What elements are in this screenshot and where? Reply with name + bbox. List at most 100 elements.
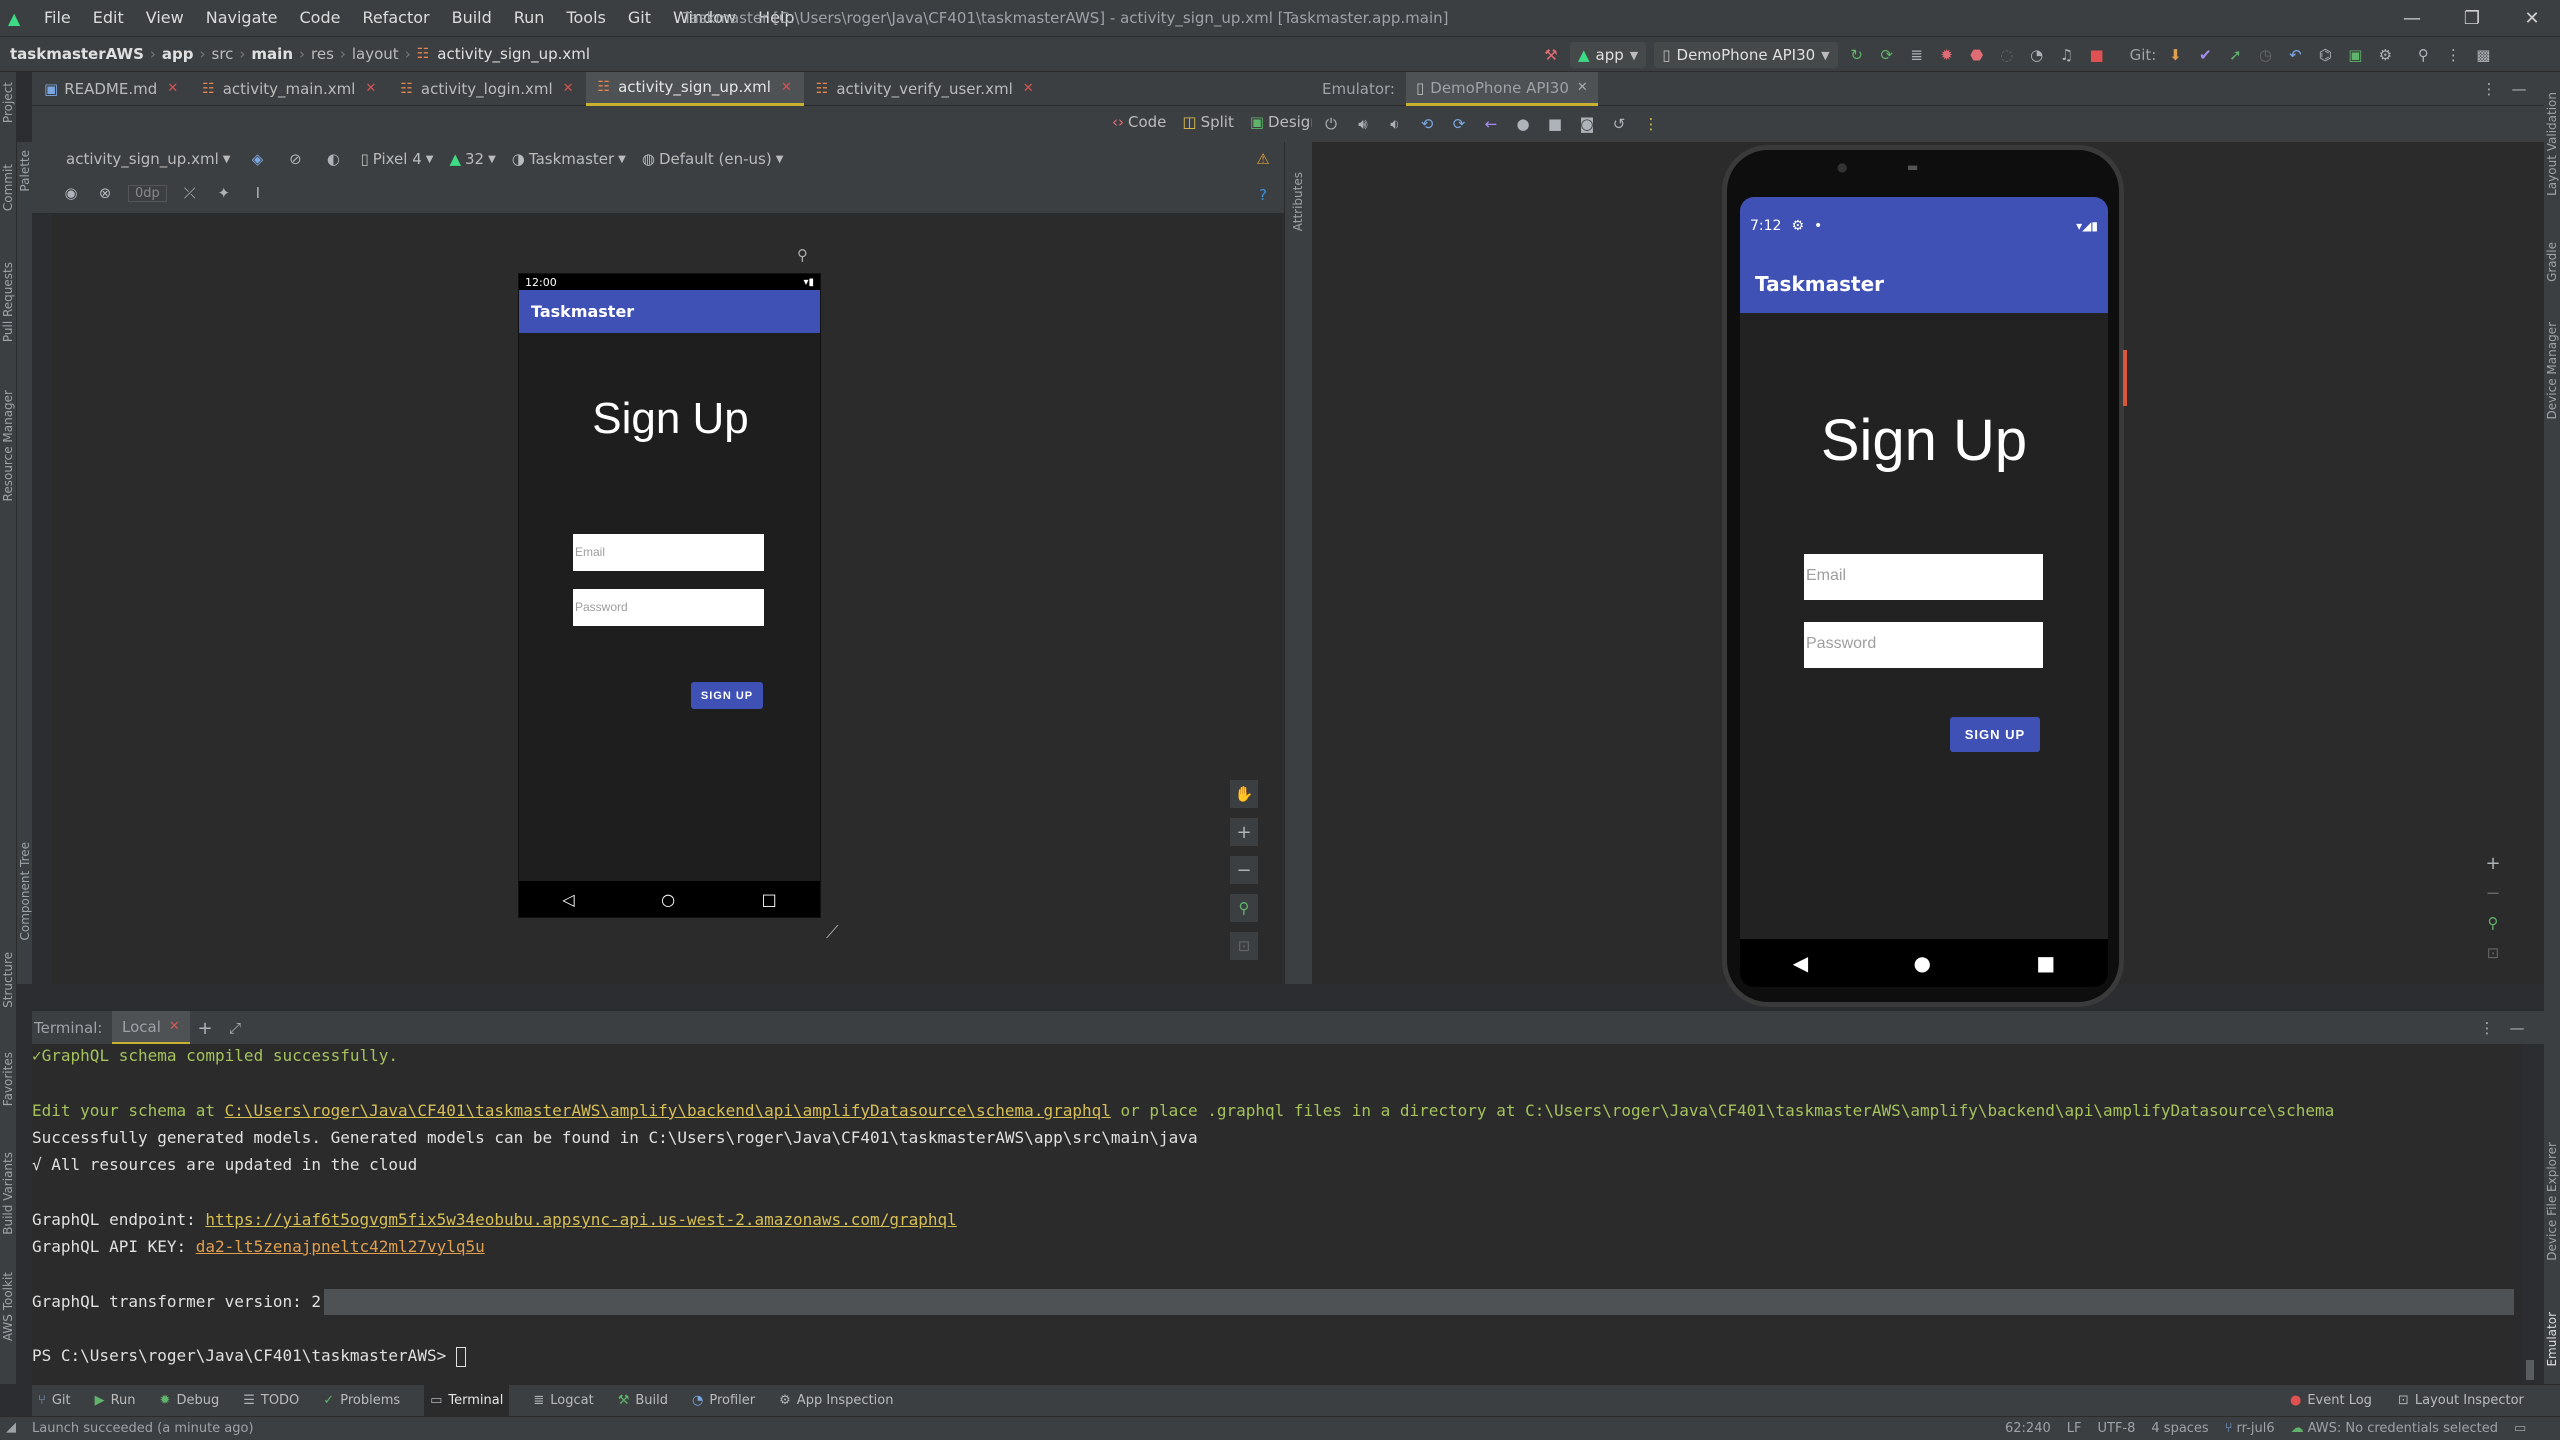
preview-email-field[interactable]: Email [573, 534, 764, 571]
tool-pull-requests[interactable]: Pull Requests [1, 262, 15, 342]
module-select[interactable]: ▲ app ▼ [1570, 42, 1647, 68]
tool-commit[interactable]: Commit [1, 164, 15, 211]
tool-project[interactable]: Project [1, 82, 15, 123]
preview-sign-up-button[interactable]: SIGN UP [691, 682, 763, 709]
menu-file[interactable]: File [44, 8, 71, 27]
refresh-icon[interactable]: ◌ [1996, 44, 2018, 66]
menu-run[interactable]: Run [514, 8, 545, 27]
api-key-link[interactable]: da2-lt5zenajpneltc42ml27vylq5u [196, 1237, 485, 1256]
breadcrumb-res[interactable]: res [311, 45, 334, 63]
zoom-actual-icon[interactable]: ⊡ [2482, 942, 2504, 964]
infer-constraints-icon[interactable]: ✦ [213, 182, 235, 204]
sync-icon[interactable]: ♫ [2056, 44, 2078, 66]
settings-icon[interactable]: ▩ [2472, 44, 2494, 66]
graphql-endpoint-link[interactable]: https://yiaf6t5ogvgm5fix5w34eobubu.appsy… [205, 1210, 956, 1229]
breadcrumb-project[interactable]: taskmasterAWS [10, 45, 144, 63]
sdk-manager-icon[interactable]: ⌬ [2314, 44, 2336, 66]
overview-icon[interactable]: ■ [1544, 113, 1566, 135]
zoom-in-icon[interactable]: + [2482, 852, 2504, 874]
tool-build[interactable]: ⚒ Build [618, 1393, 668, 1408]
home-icon[interactable]: ● [1914, 951, 1931, 975]
eye-icon[interactable]: ◉ [60, 182, 82, 204]
tab-activity-main[interactable]: ☷ activity_main.xml ✕ [190, 72, 388, 106]
new-terminal-icon[interactable]: + [194, 1017, 216, 1039]
close-tab-icon[interactable]: ✕ [563, 81, 574, 96]
tab-activity-verify-user[interactable]: ☷ activity_verify_user.xml ✕ [804, 72, 1046, 106]
guidelines-icon[interactable]: Ι [247, 182, 269, 204]
lock-icon[interactable]: ▭ [2514, 1421, 2526, 1436]
clear-constraints-icon[interactable]: ⤫ [179, 182, 201, 204]
more-icon[interactable]: ⋮ [2476, 1017, 2498, 1039]
orientation-icon[interactable]: ⊘ [284, 148, 306, 170]
warning-icon[interactable]: ⚠ [1252, 148, 1274, 170]
code-mode-button[interactable]: ‹› Code [1112, 113, 1166, 131]
tool-layout-validation[interactable]: Layout Validation [2545, 92, 2559, 196]
line-separator[interactable]: LF [2067, 1421, 2082, 1436]
caret-position[interactable]: 62:240 [2005, 1421, 2051, 1436]
close-tab-icon[interactable]: ✕ [365, 81, 376, 96]
emulator-device-tab[interactable]: ▯ DemoPhone API30 ✕ [1406, 72, 1598, 106]
tab-activity-sign-up[interactable]: ☷ activity_sign_up.xml ✕ [585, 71, 804, 106]
menu-view[interactable]: View [146, 8, 184, 27]
terminal-tab-local[interactable]: Local ✕ [112, 1011, 190, 1045]
help-icon[interactable]: ? [1252, 184, 1274, 206]
zoom-out-icon[interactable]: − [2482, 882, 2504, 904]
layout-file-select[interactable]: activity_sign_up.xml ▼ [66, 150, 230, 168]
schema-path-link[interactable]: C:\Users\roger\Java\CF401\taskmasterAWS\… [225, 1101, 1111, 1120]
tool-todo[interactable]: ☰ TODO [243, 1393, 299, 1408]
breadcrumb-file[interactable]: activity_sign_up.xml [437, 45, 590, 63]
breadcrumb-app[interactable]: app [162, 45, 194, 63]
close-icon[interactable]: ✕ [2504, 4, 2560, 32]
menu-build[interactable]: Build [452, 8, 492, 27]
expand-icon[interactable]: ⤢ [224, 1017, 246, 1039]
tool-resource-manager[interactable]: Resource Manager [1, 390, 15, 501]
indent-setting[interactable]: 4 spaces [2151, 1421, 2208, 1436]
screenshot-icon[interactable]: ◙ [1576, 113, 1598, 135]
back-icon[interactable]: ← [1480, 113, 1502, 135]
tool-aws-toolkit[interactable]: AWS Toolkit [1, 1272, 15, 1341]
zoom-actual-icon[interactable]: ⊡ [1230, 932, 1258, 960]
aws-connection[interactable]: ☁ AWS: No credentials selected [2291, 1421, 2498, 1436]
gradle-sync-icon[interactable]: ⚙ [2374, 44, 2396, 66]
autoconnect-off-icon[interactable]: ⊗ [94, 182, 116, 204]
emulator-password-field[interactable]: Password [1804, 622, 2043, 668]
tool-emulator[interactable]: Emulator [2545, 1312, 2559, 1367]
close-tab-icon[interactable]: ✕ [1023, 81, 1034, 96]
tool-app-inspection[interactable]: ⚙ App Inspection [779, 1393, 893, 1408]
menu-edit[interactable]: Edit [93, 8, 124, 27]
tool-gradle[interactable]: Gradle [2545, 242, 2559, 282]
pin-icon[interactable]: ⚲ [797, 246, 808, 264]
rotate-right-icon[interactable]: ⟳ [1448, 113, 1470, 135]
close-tab-icon[interactable]: ✕ [169, 1019, 180, 1034]
resize-handle-icon[interactable]: ⟋ [826, 922, 839, 943]
design-mode-button[interactable]: ▣ Design [1250, 113, 1320, 131]
night-mode-icon[interactable]: ◐ [322, 148, 344, 170]
device-select[interactable]: ▯ DemoPhone API30 ▼ [1654, 42, 1838, 68]
preview-heading[interactable]: Sign Up [519, 394, 822, 444]
tool-palette[interactable]: Palette [18, 150, 32, 192]
restore-icon[interactable]: ❐ [2444, 4, 2500, 32]
git-branch[interactable]: ⑂ rr-jul6 [2225, 1421, 2275, 1436]
layers-icon[interactable]: ◈ [246, 148, 268, 170]
tool-build-variants[interactable]: Build Variants [1, 1152, 15, 1235]
emulator-sign-up-button[interactable]: SIGN UP [1950, 717, 2040, 752]
home-icon[interactable]: ● [1512, 113, 1534, 135]
locale-select[interactable]: ◍ Default (en-us) ▼ [642, 150, 784, 168]
tab-readme[interactable]: ▣ README.md ✕ [32, 72, 190, 106]
breadcrumb-main[interactable]: main [251, 45, 293, 63]
debug-icon[interactable]: ✹ [1936, 44, 1958, 66]
power-icon[interactable]: ⏻ [1320, 113, 1342, 135]
more-icon[interactable]: ⋮ [1640, 113, 1662, 135]
menu-refactor[interactable]: Refactor [362, 8, 429, 27]
zoom-fit-icon[interactable]: ⚲ [1230, 894, 1258, 922]
file-encoding[interactable]: UTF-8 [2097, 1421, 2135, 1436]
recents-icon[interactable]: ■ [2036, 951, 2055, 975]
tool-debug[interactable]: ✹ Debug [160, 1393, 220, 1408]
profiler-icon[interactable]: ◔ [2026, 44, 2048, 66]
close-tab-icon[interactable]: ✕ [1577, 80, 1588, 95]
tool-device-manager[interactable]: Device Manager [2545, 322, 2559, 419]
side-button[interactable] [2123, 350, 2127, 406]
breadcrumb-layout[interactable]: layout [352, 45, 399, 63]
tool-layout-inspector[interactable]: ⊡ Layout Inspector [2398, 1393, 2524, 1408]
zoom-in-icon[interactable]: + [1230, 818, 1258, 846]
